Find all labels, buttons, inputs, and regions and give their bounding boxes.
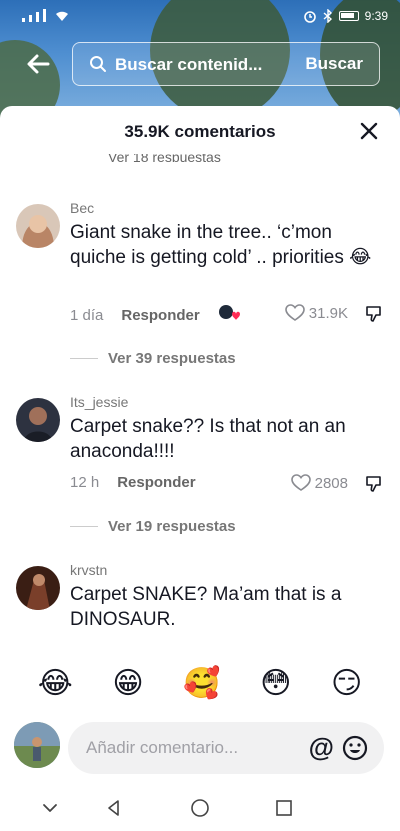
- comment-text: Carpet SNAKE? Ma’am that is a DINOSAUR.: [70, 584, 342, 630]
- like-count: 31.9K: [308, 304, 348, 322]
- nav-back-icon[interactable]: [104, 798, 124, 818]
- comment-username[interactable]: Its_jessie: [70, 394, 128, 410]
- bluetooth-icon: [323, 9, 332, 23]
- reply-button[interactable]: Responder: [121, 307, 199, 324]
- avatar[interactable]: [16, 566, 60, 610]
- avatar[interactable]: [16, 398, 60, 442]
- view-replies-label: Ver 19 respuestas: [108, 518, 236, 535]
- status-bar: 9:39: [0, 0, 400, 34]
- close-button[interactable]: [358, 120, 380, 142]
- emoji-hearts-face[interactable]: 🥰: [183, 666, 220, 702]
- search-icon: [90, 56, 106, 72]
- wifi-icon: [56, 11, 68, 21]
- divider: [70, 358, 98, 359]
- reply-button[interactable]: Responder: [117, 474, 195, 491]
- alarm-icon: [303, 11, 316, 23]
- thumbs-down-icon: [366, 306, 381, 322]
- heart-icon: [290, 474, 311, 491]
- search-box[interactable]: Buscar contenid... Buscar: [72, 42, 380, 86]
- view-replies-button[interactable]: Ver 39 respuestas: [70, 350, 236, 367]
- signal-icon: [22, 9, 70, 22]
- search-input[interactable]: Buscar contenid...: [115, 55, 275, 75]
- emoji-flushed[interactable]: 😳: [260, 666, 291, 702]
- comment-username[interactable]: krvstn: [70, 562, 107, 578]
- comment-username[interactable]: Bec: [70, 200, 94, 216]
- nav-home-icon[interactable]: [190, 798, 210, 818]
- mention-icon[interactable]: @: [309, 732, 334, 763]
- divider: [70, 526, 98, 527]
- comment-text: Carpet snake?? Is that not an an anacond…: [70, 416, 346, 462]
- creator-liked-icon: [218, 304, 240, 326]
- avatar[interactable]: [16, 204, 60, 248]
- emoji-bar: 😂 😁 🥰 😳 😏: [0, 654, 400, 714]
- like-button[interactable]: 2808: [290, 474, 348, 492]
- comment-time: 12 h: [70, 474, 100, 491]
- dislike-button[interactable]: [364, 304, 384, 324]
- comments-count-title: 35.9K comentarios: [124, 122, 276, 141]
- like-count: 2808: [314, 474, 348, 492]
- emoji-picker-icon[interactable]: [342, 735, 368, 761]
- back-button[interactable]: [22, 48, 54, 80]
- view-replies-label: Ver 39 respuestas: [108, 350, 236, 367]
- search-button[interactable]: Buscar: [305, 54, 363, 74]
- status-time: 9:39: [364, 9, 388, 23]
- close-icon: [360, 122, 378, 140]
- emoji-tears-of-joy[interactable]: 😂: [38, 666, 73, 702]
- dislike-button[interactable]: [364, 474, 384, 494]
- emoji-grin[interactable]: 😁: [112, 666, 143, 702]
- arrow-left-icon: [27, 54, 50, 74]
- comment-input-row: Añadir comentario... @: [0, 716, 400, 778]
- chevron-down-icon[interactable]: [40, 798, 60, 818]
- scroll-fade: [0, 630, 400, 650]
- nav-recents-icon[interactable]: [274, 798, 294, 818]
- battery-icon: [338, 11, 359, 21]
- comments-sheet: 35.9K comentarios Ver 18 respuestas Bec …: [0, 106, 400, 831]
- like-button[interactable]: 31.9K: [284, 304, 348, 322]
- clipped-view-replies: Ver 18 respuestas: [108, 154, 221, 162]
- heart-icon: [284, 304, 305, 321]
- thumbs-down-icon: [366, 476, 381, 492]
- video-background: 9:39 Buscar contenid... Buscar: [0, 0, 400, 120]
- comment-input[interactable]: Añadir comentario... @: [68, 722, 384, 774]
- my-avatar[interactable]: [14, 722, 60, 768]
- emoji-smirk[interactable]: 😏: [331, 666, 362, 702]
- view-replies-button[interactable]: Ver 19 respuestas: [70, 518, 236, 535]
- comment-input-placeholder: Añadir comentario...: [86, 738, 239, 757]
- comment-time: 1 día: [70, 306, 104, 324]
- comment-text: Giant snake in the tree.. ‘c’mon quiche …: [70, 222, 372, 268]
- system-navigation-bar: [0, 784, 400, 831]
